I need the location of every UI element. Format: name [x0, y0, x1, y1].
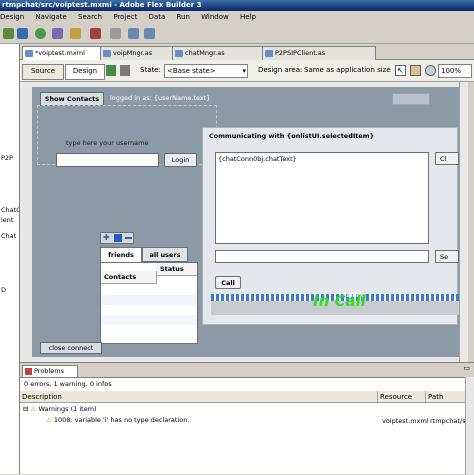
logged-in-label: logged in as: {userName.text}: [110, 94, 211, 102]
tab-chatmngr[interactable]: chatMngr.as: [172, 46, 274, 61]
column-path[interactable]: Path: [426, 391, 466, 403]
window-title: rtmpchat/src/voiptest.mxml - Adobe Flex …: [0, 0, 474, 11]
problems-panel: Problems ▭ 0 errors, 1 warning, 0 infos …: [20, 362, 474, 475]
show-contacts-button[interactable]: Show Contacts: [40, 92, 104, 106]
message-input[interactable]: [215, 250, 429, 263]
state-label: State:: [140, 66, 161, 74]
save-icon[interactable]: [17, 28, 28, 39]
column-resource[interactable]: Resource: [378, 391, 426, 403]
run-icon[interactable]: [35, 28, 46, 39]
warning-icon: ⚠: [30, 405, 37, 413]
as-file-icon: [265, 50, 273, 57]
tab-all-users[interactable]: all users: [142, 247, 188, 262]
navigator-item[interactable]: ChatCli: [1, 206, 19, 214]
state-select[interactable]: <Base state> ▾: [164, 64, 248, 78]
minimize-icon[interactable]: ▭: [463, 364, 470, 372]
tab-voiptest[interactable]: *voiptest.mxml ✕: [22, 46, 112, 61]
design-area-value[interactable]: Same as application size: [304, 66, 391, 74]
navigator-panel: P2P ChatCli ient Chat D: [0, 44, 20, 474]
problems-scrollbar[interactable]: [465, 377, 474, 475]
menu-window[interactable]: Window: [201, 13, 229, 21]
design-area-label: Design area:: [258, 66, 303, 74]
problem-row[interactable]: ⚠ 1008: variable 'i' has no type declara…: [46, 416, 189, 424]
problems-summary: 0 errors, 1 warning, 0 infos: [24, 380, 112, 388]
column-header-contacts[interactable]: Contacts: [101, 271, 157, 284]
menu-navigate[interactable]: Navigate: [35, 13, 66, 21]
design-toolbar: Source Design State: <Base state> ▾ Desi…: [20, 60, 474, 82]
call-button[interactable]: Call: [215, 276, 241, 289]
column-description[interactable]: Description: [20, 391, 378, 403]
tab-problems[interactable]: Problems: [22, 365, 78, 377]
minus-icon[interactable]: [125, 237, 132, 239]
send-button[interactable]: Se: [435, 250, 459, 263]
username-input[interactable]: [56, 153, 159, 167]
login-button[interactable]: Login: [164, 153, 197, 167]
build-icon[interactable]: [70, 28, 81, 39]
canvas-scrollbar[interactable]: [459, 82, 468, 362]
menu-run[interactable]: Run: [176, 13, 189, 21]
back-icon[interactable]: [128, 28, 139, 39]
table-row[interactable]: [101, 315, 197, 325]
column-header-status[interactable]: Status: [157, 263, 197, 276]
as-file-icon: [103, 50, 111, 57]
settings-icon[interactable]: [120, 65, 130, 76]
zoom-select[interactable]: 100%: [438, 64, 472, 78]
clear-button[interactable]: Cl: [435, 152, 459, 165]
navigator-item[interactable]: ient: [1, 216, 13, 224]
menu-search[interactable]: Search: [78, 13, 102, 21]
as-file-icon: [175, 50, 183, 57]
problems-icon: [25, 368, 32, 375]
grid-icon[interactable]: [114, 234, 122, 242]
debug-icon[interactable]: [52, 28, 63, 39]
contacts-grid[interactable]: Contacts Status: [100, 262, 198, 344]
menu-bar: Design Navigate Search Project Data Run …: [0, 11, 474, 24]
username-prompt: type here your username: [66, 139, 149, 147]
pointer-icon[interactable]: ↖: [395, 65, 406, 76]
collapse-icon[interactable]: ⊟: [23, 405, 28, 413]
warning-icon: ⚠: [46, 416, 52, 424]
contacts-toolbar: ✚: [100, 232, 134, 244]
close-connection-button[interactable]: close connect: [40, 342, 102, 354]
forward-icon[interactable]: [144, 28, 155, 39]
navigator-item[interactable]: Chat: [1, 232, 16, 240]
table-row[interactable]: [101, 295, 197, 305]
app-preview: Show Contacts logged in as: {userName.te…: [32, 87, 462, 357]
mxml-file-icon: [25, 50, 33, 57]
disabled-button: [392, 93, 430, 105]
chat-panel-title: Communicating with {onlistUI.selectedIte…: [209, 132, 375, 140]
menu-help[interactable]: Help: [240, 13, 256, 21]
menu-project[interactable]: Project: [113, 13, 137, 21]
chat-text-area[interactable]: {chatConn0bj.chatText}: [215, 152, 429, 244]
chat-panel: Communicating with {onlistUI.selectedIte…: [202, 127, 459, 325]
design-button[interactable]: Design: [65, 64, 105, 80]
move-icon[interactable]: ✚: [103, 233, 110, 243]
in-call-label: In Call: [313, 292, 366, 310]
chevron-down-icon: ▾: [242, 67, 246, 75]
design-canvas: Show Contacts logged in as: {userName.te…: [20, 82, 468, 362]
menu-data[interactable]: Data: [149, 13, 166, 21]
problems-tab-bar: Problems ▭: [20, 363, 474, 378]
tab-friends[interactable]: friends: [100, 247, 142, 262]
source-button[interactable]: Source: [22, 64, 64, 80]
hand-icon[interactable]: [410, 65, 421, 76]
main-toolbar: [0, 24, 474, 44]
problem-resource: voiptest.mxml: [382, 417, 429, 425]
new-icon[interactable]: [3, 28, 14, 39]
menu-design[interactable]: Design: [0, 13, 24, 21]
problem-path: rtmpchat/src: [430, 417, 466, 425]
refresh-icon[interactable]: [106, 65, 116, 76]
tab-p2psipclient[interactable]: P2PSIPClient.as: [262, 46, 376, 61]
stop-icon[interactable]: [90, 28, 101, 39]
editor-tabs: *voiptest.mxml ✕ voipMngr.as chatMngr.as…: [20, 44, 474, 61]
warnings-group[interactable]: ⊟ ⚠ Warnings (1 item): [23, 405, 97, 413]
search-icon[interactable]: [110, 28, 121, 39]
navigator-item[interactable]: P2P: [1, 154, 13, 162]
zoom-icon[interactable]: [425, 65, 436, 76]
navigator-item[interactable]: D: [1, 286, 6, 294]
